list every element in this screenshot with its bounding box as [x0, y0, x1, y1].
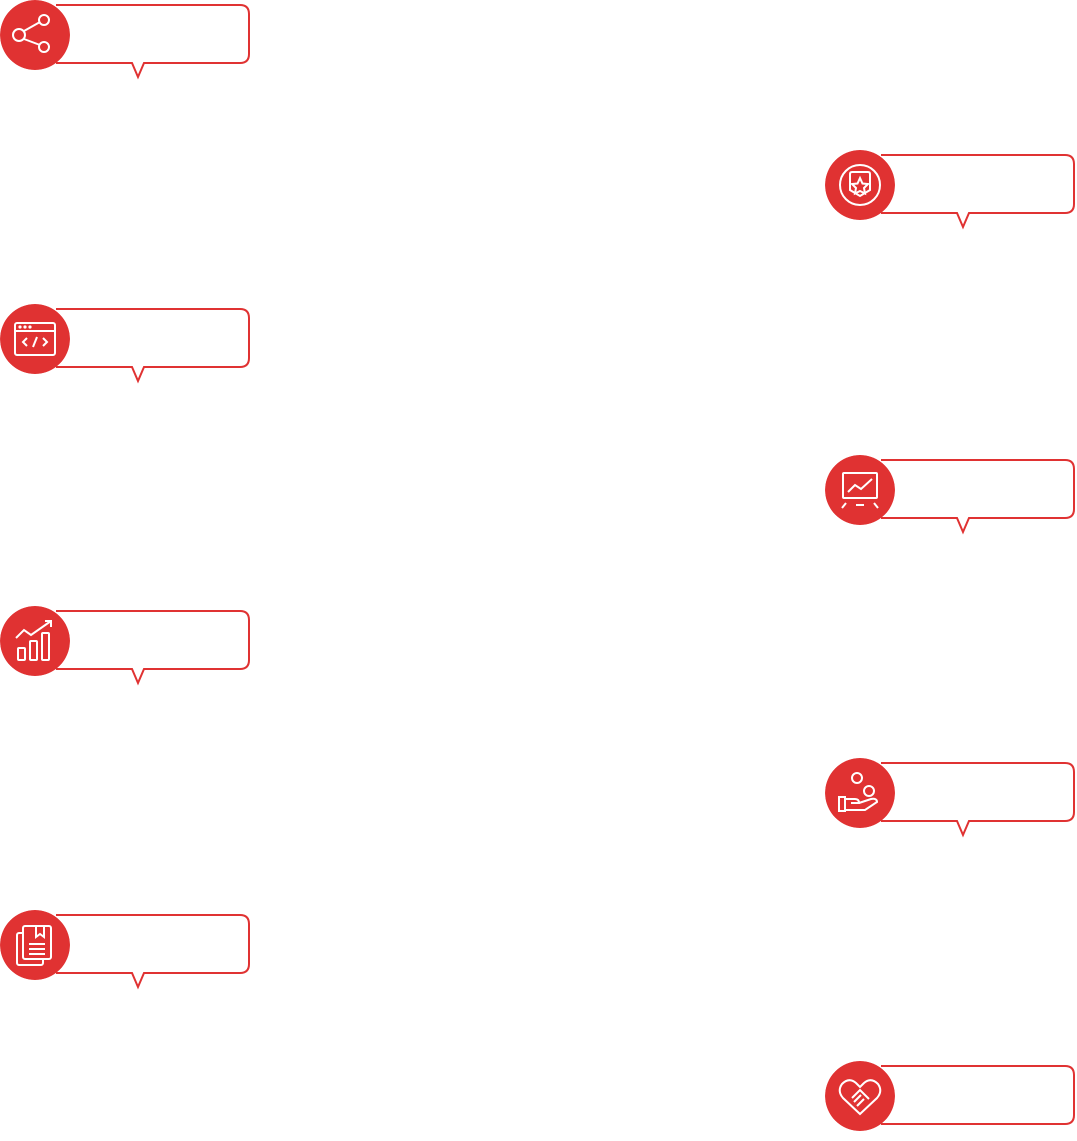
book-documents-icon	[0, 910, 70, 980]
heart-handshake-icon	[825, 1061, 895, 1131]
milestone-label	[905, 776, 1065, 802]
growth-bar-chart-icon	[0, 606, 70, 676]
browser-code-icon	[0, 304, 70, 374]
milestone-card-7	[0, 910, 252, 990]
milestone-label	[80, 928, 240, 954]
milestone-label	[905, 473, 1065, 499]
milestone-label	[905, 1079, 1065, 1105]
milestone-label	[905, 168, 1065, 194]
presentation-chart-icon	[825, 455, 895, 525]
milestone-card-1	[0, 0, 252, 80]
milestone-label	[80, 18, 240, 44]
milestone-card-4	[825, 455, 1077, 535]
milestone-label	[80, 624, 240, 650]
milestone-card-3	[0, 304, 252, 384]
milestone-card-2	[825, 150, 1077, 230]
award-badge-star-icon	[825, 150, 895, 220]
hand-coins-icon	[825, 758, 895, 828]
milestone-card-6	[825, 758, 1077, 838]
milestone-card-8	[825, 1061, 1077, 1141]
milestone-label	[80, 322, 240, 348]
share-network-icon	[0, 0, 70, 70]
milestone-card-5	[0, 606, 252, 686]
